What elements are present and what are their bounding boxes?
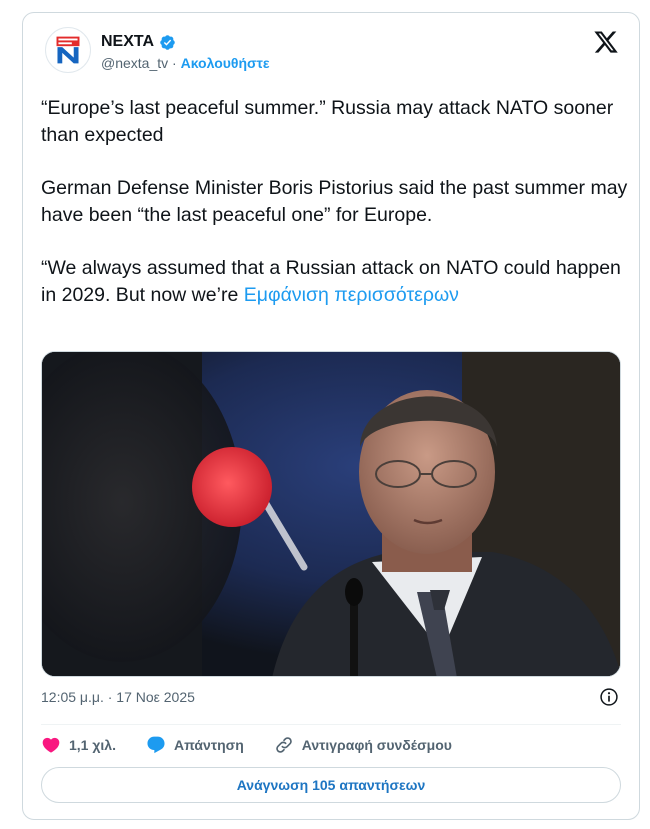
author-handle[interactable]: @nexta_tv	[101, 55, 168, 71]
photo-illustration	[42, 352, 620, 676]
timestamp[interactable]: 12:05 μ.μ. · 17 Νοε 2025	[41, 689, 195, 705]
author-name[interactable]: NEXTA	[101, 33, 154, 51]
divider	[41, 724, 621, 725]
author-handle-row: @nexta_tv · Ακολουθήστε	[101, 55, 270, 71]
tweet-photo[interactable]	[41, 351, 621, 677]
heart-icon	[42, 737, 60, 753]
separator-dot: ·	[172, 55, 177, 71]
copy-link-button[interactable]: Αντιγραφή συνδέσμου	[274, 735, 452, 755]
like-count: 1,1 χιλ.	[69, 737, 116, 753]
action-bar: 1,1 χιλ. Απάντηση Αντιγραφή συνδέσμου	[41, 735, 482, 755]
link-icon	[275, 737, 292, 753]
verified-badge-icon	[160, 34, 175, 50]
follow-button[interactable]: Ακολουθήστε	[181, 55, 270, 71]
author-name-row[interactable]: NEXTA	[101, 33, 176, 51]
read-replies-button[interactable]: Ανάγνωση 105 απαντήσεων	[41, 767, 621, 803]
tweet-paragraph: German Defense Minister Boris Pistorius …	[41, 177, 628, 226]
reply-bubble-icon	[147, 736, 165, 754]
reply-button[interactable]: Απάντηση	[146, 735, 244, 755]
copy-link-label: Αντιγραφή συνδέσμου	[301, 737, 452, 753]
x-logo-icon[interactable]	[593, 29, 619, 55]
nexta-logo-icon[interactable]	[45, 27, 91, 73]
tweet-paragraph-last: “We always assumed that a Russian attack…	[41, 255, 631, 309]
show-more-link[interactable]: Εμφάνιση περισσότερων	[244, 284, 459, 306]
like-button[interactable]: 1,1 χιλ.	[41, 735, 116, 755]
tweet-paragraph: “Europe’s last peaceful summer.” Russia …	[41, 97, 614, 146]
tweet-text: “Europe’s last peaceful summer.” Russia …	[41, 95, 631, 335]
tweet-card: NEXTA @nexta_tv · Ακολουθήστε “Europe’s …	[22, 12, 640, 820]
info-icon[interactable]	[599, 687, 619, 707]
reply-label: Απάντηση	[173, 737, 244, 753]
